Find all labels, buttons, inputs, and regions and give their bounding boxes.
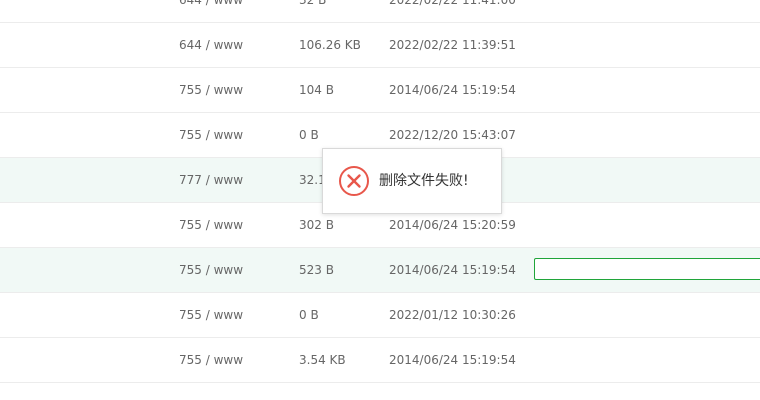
permission-cell: 755 / www — [179, 218, 244, 232]
table-row[interactable]: 644 / www 32 B 2022/02/22 11:41:00 — [0, 0, 760, 23]
rename-input[interactable] — [534, 258, 760, 280]
permission-cell: 777 / www — [179, 173, 244, 187]
size-cell: 106.26 KB — [299, 38, 361, 52]
permission-cell: 755 / www — [179, 308, 244, 322]
permission-cell: 755 / www — [179, 83, 244, 97]
modified-cell: 2014/06/24 15:19:54 — [389, 353, 516, 367]
error-toast: 删除文件失败! — [322, 148, 502, 214]
table-row[interactable]: 755 / www 3.54 KB 2014/06/24 15:19:54 — [0, 338, 760, 383]
modified-cell: 2014/06/24 15:19:54 — [389, 83, 516, 97]
table-row[interactable]: 755 / www 104 B 2014/06/24 15:19:54 — [0, 68, 760, 113]
modified-cell: 2022/01/12 10:30:26 — [389, 308, 516, 322]
size-cell: 523 B — [299, 263, 334, 277]
toast-message: 删除文件失败! — [379, 173, 469, 189]
permission-cell: 644 / www — [179, 0, 244, 7]
modified-cell: 2014/06/24 15:19:54 — [389, 263, 516, 277]
size-cell: 3.54 KB — [299, 353, 346, 367]
size-cell: 32 B — [299, 0, 327, 7]
table-row[interactable]: 644 / www 106.26 KB 2022/02/22 11:39:51 — [0, 23, 760, 68]
size-cell: 0 B — [299, 128, 319, 142]
modified-cell: 2022/02/22 11:41:00 — [389, 0, 516, 7]
permission-cell: 755 / www — [179, 128, 244, 142]
size-cell: 104 B — [299, 83, 334, 97]
error-circle-icon — [339, 166, 369, 196]
permission-cell: 755 / www — [179, 353, 244, 367]
modified-cell: 2022/02/22 11:39:51 — [389, 38, 516, 52]
permission-cell: 644 / www — [179, 38, 244, 52]
permission-cell: 755 / www — [179, 263, 244, 277]
table-row[interactable]: 755 / www 523 B 2014/06/24 15:19:54 — [0, 248, 760, 293]
size-cell: 0 B — [299, 308, 319, 322]
table-row[interactable]: 755 / www 0 B 2022/01/12 10:30:26 — [0, 293, 760, 338]
